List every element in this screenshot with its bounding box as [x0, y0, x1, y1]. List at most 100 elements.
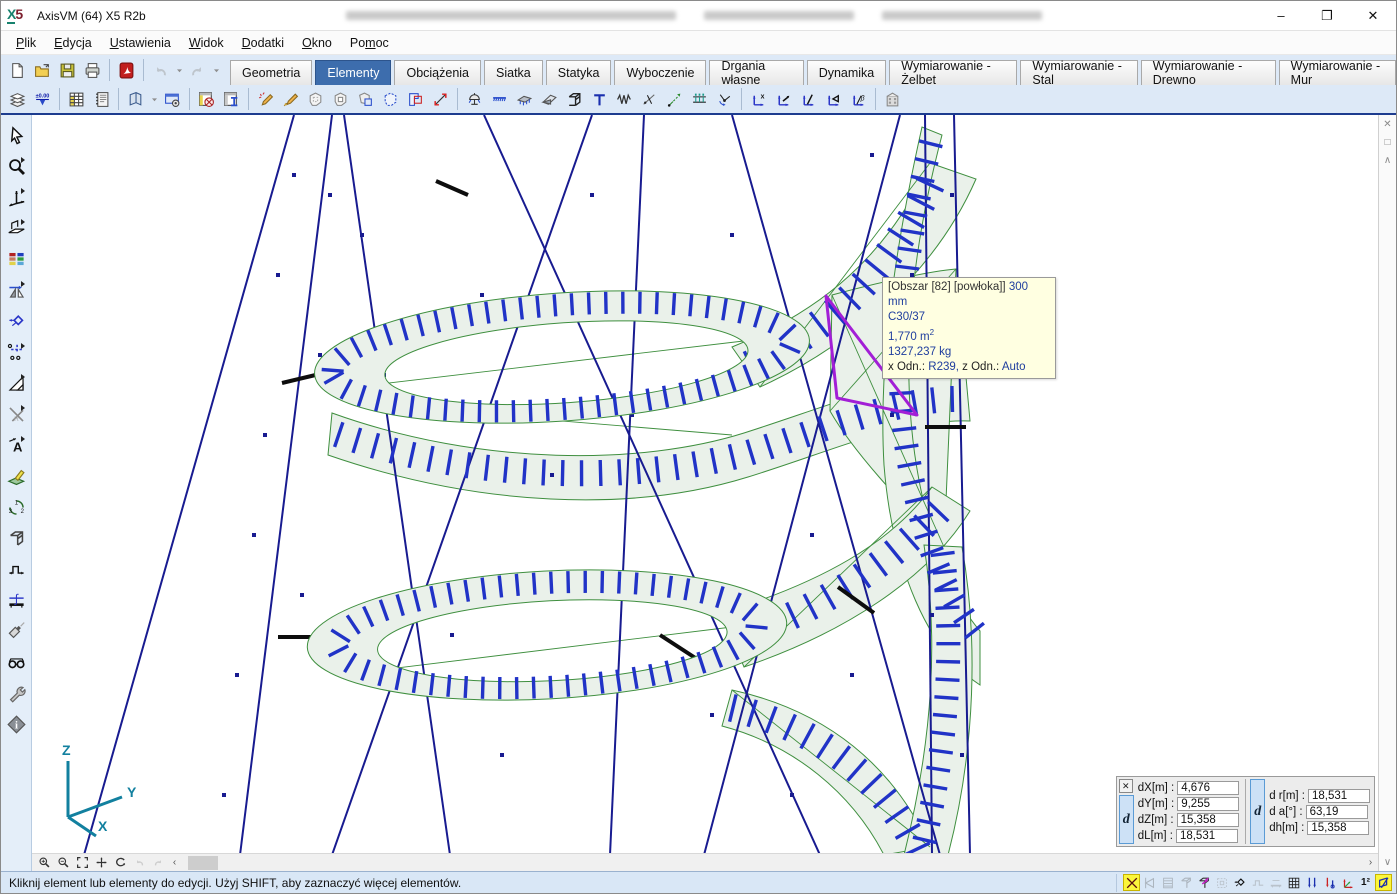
- scroll-up-icon[interactable]: ∧: [1379, 151, 1397, 169]
- section-lines-icon[interactable]: [3, 557, 29, 581]
- delta-toggle-left[interactable]: d: [1119, 795, 1134, 844]
- tab-wymiarowanie-mur[interactable]: Wymiarowanie - Mur: [1279, 60, 1396, 85]
- line-element-icon[interactable]: [428, 87, 453, 111]
- undo-view-icon[interactable]: [130, 855, 148, 871]
- tab-geometria[interactable]: Geometria: [230, 60, 312, 85]
- dx-field[interactable]: 4,676: [1177, 781, 1239, 795]
- dh-field[interactable]: 15,358: [1307, 821, 1369, 835]
- table-browser-icon[interactable]: [64, 87, 89, 111]
- local-axes-toggle-icon[interactable]: [1339, 874, 1356, 891]
- interface-element-icon[interactable]: [687, 87, 712, 111]
- redo-icon-caret[interactable]: [210, 58, 222, 82]
- local-beta-angle-icon[interactable]: β: [846, 87, 871, 111]
- spatial-frame-icon[interactable]: [562, 87, 587, 111]
- mesh-display-toggle-icon[interactable]: [1141, 874, 1158, 891]
- table-display-toggle-icon[interactable]: [1159, 874, 1176, 891]
- menu-okno[interactable]: Okno: [293, 33, 341, 53]
- display-options-icon[interactable]: [3, 650, 29, 674]
- layers-icon[interactable]: [5, 87, 30, 111]
- support-display-toggle-icon[interactable]: [1321, 874, 1338, 891]
- workplanes-icon[interactable]: [3, 216, 29, 240]
- material-table-icon[interactable]: [194, 87, 219, 111]
- domain-icon[interactable]: [303, 87, 328, 111]
- domain-operations-icon[interactable]: [353, 87, 378, 111]
- gap-element-icon[interactable]: [637, 87, 662, 111]
- menu-pomoc[interactable]: Pomoc: [341, 33, 398, 53]
- t-connection-icon[interactable]: [587, 87, 612, 111]
- dr-field[interactable]: 18,531: [1308, 789, 1370, 803]
- dl-field[interactable]: 18,531: [1176, 829, 1238, 843]
- dimension-lines-icon[interactable]: A: [3, 433, 29, 457]
- renumber-icon[interactable]: 123: [3, 495, 29, 519]
- coord-panel-close-icon[interactable]: ✕: [1119, 779, 1133, 793]
- background-layer-icon[interactable]: [3, 371, 29, 395]
- model-info-icon[interactable]: i: [3, 712, 29, 736]
- options-icon[interactable]: [3, 681, 29, 705]
- move-tool-icon[interactable]: [3, 309, 29, 333]
- find-icon[interactable]: [3, 619, 29, 643]
- tab-elementy[interactable]: Elementy: [315, 60, 391, 85]
- menu-plik[interactable]: Plik: [7, 33, 45, 53]
- story-elevation-icon[interactable]: ±0.00: [30, 87, 55, 111]
- scroll-down-icon[interactable]: ∨: [1379, 853, 1397, 871]
- zoom-fit-icon[interactable]: [73, 855, 91, 871]
- close-button[interactable]: ✕: [1350, 1, 1396, 31]
- nodal-support-icon[interactable]: [462, 87, 487, 111]
- layer-manager-icon[interactable]: [3, 464, 29, 488]
- tab-wymiarowanie-stal[interactable]: Wymiarowanie - Stal: [1020, 60, 1137, 85]
- mesh-toggle-icon[interactable]: [1285, 874, 1302, 891]
- zoom-in-icon[interactable]: [35, 855, 53, 871]
- domain-mesh-icon[interactable]: [378, 87, 403, 111]
- rotate-view-icon[interactable]: [111, 855, 129, 871]
- local-systems-toggle-icon[interactable]: [1375, 874, 1392, 891]
- domain-hole-icon[interactable]: [328, 87, 353, 111]
- tab-siatka[interactable]: Siatka: [484, 60, 543, 85]
- save-icon[interactable]: [55, 58, 80, 82]
- maximize-button[interactable]: ❐: [1304, 1, 1350, 31]
- tab-drgania-własne[interactable]: Drgania własne: [709, 60, 803, 85]
- color-coding-icon[interactable]: [3, 247, 29, 271]
- guidelines-toggle-icon[interactable]: [1231, 874, 1248, 891]
- tab-wymiarowanie-drewno[interactable]: Wymiarowanie - Drewno: [1141, 60, 1276, 85]
- da-field[interactable]: 63,19: [1306, 805, 1368, 819]
- section-segment-icon[interactable]: ∫: [3, 588, 29, 612]
- horizontal-scroll-track[interactable]: [182, 855, 1363, 871]
- parts-icon[interactable]: [3, 526, 29, 550]
- menu-edycja[interactable]: Edycja: [45, 33, 101, 53]
- delta-toggle-right[interactable]: d: [1250, 779, 1265, 844]
- link-element-icon[interactable]: [662, 87, 687, 111]
- report-maker-icon[interactable]: [89, 87, 114, 111]
- edge-rib-icon[interactable]: [537, 87, 562, 111]
- numbering-toggle-icon[interactable]: 1²: [1357, 874, 1374, 891]
- open-model-icon[interactable]: [30, 58, 55, 82]
- draw-line-elements-icon[interactable]: [253, 87, 278, 111]
- direct-draw-icon[interactable]: [278, 87, 303, 111]
- crosshair-toggle-icon[interactable]: [1123, 874, 1140, 891]
- pan-icon[interactable]: [92, 855, 110, 871]
- tab-obciążenia[interactable]: Obciążenia: [394, 60, 481, 85]
- minimize-button[interactable]: –: [1258, 1, 1304, 31]
- print-icon[interactable]: [80, 58, 105, 82]
- tab-wyboczenie[interactable]: Wyboczenie: [614, 60, 706, 85]
- load-display-toggle-icon[interactable]: [1303, 874, 1320, 891]
- horizontal-scroll-thumb[interactable]: [188, 856, 218, 870]
- child-close-icon[interactable]: ✕: [1379, 115, 1397, 133]
- horizontal-scrollbar[interactable]: ‹ ›: [167, 854, 1378, 871]
- parts-toggle-icon[interactable]: [1177, 874, 1194, 891]
- local-z-rotation-icon[interactable]: [796, 87, 821, 111]
- tab-wymiarowanie-żelbet[interactable]: Wymiarowanie - Żelbet: [889, 60, 1017, 85]
- undo-icon[interactable]: [148, 58, 173, 82]
- workplane-toggle-icon[interactable]: [1213, 874, 1230, 891]
- spring-element-icon[interactable]: [612, 87, 637, 111]
- surface-support-icon[interactable]: [512, 87, 537, 111]
- line-support-icon[interactable]: [487, 87, 512, 111]
- local-plane-icon[interactable]: [821, 87, 846, 111]
- local-x-orientation-icon[interactable]: x: [746, 87, 771, 111]
- mesh-nodes-icon[interactable]: [3, 340, 29, 364]
- tab-dynamika[interactable]: Dynamika: [807, 60, 887, 85]
- undo-icon-caret[interactable]: [173, 58, 185, 82]
- drawings-library-icon[interactable]: [123, 87, 148, 111]
- dy-field[interactable]: 9,255: [1177, 797, 1239, 811]
- dz-field[interactable]: 15,358: [1177, 813, 1239, 827]
- scroll-right-icon[interactable]: ›: [1363, 855, 1378, 871]
